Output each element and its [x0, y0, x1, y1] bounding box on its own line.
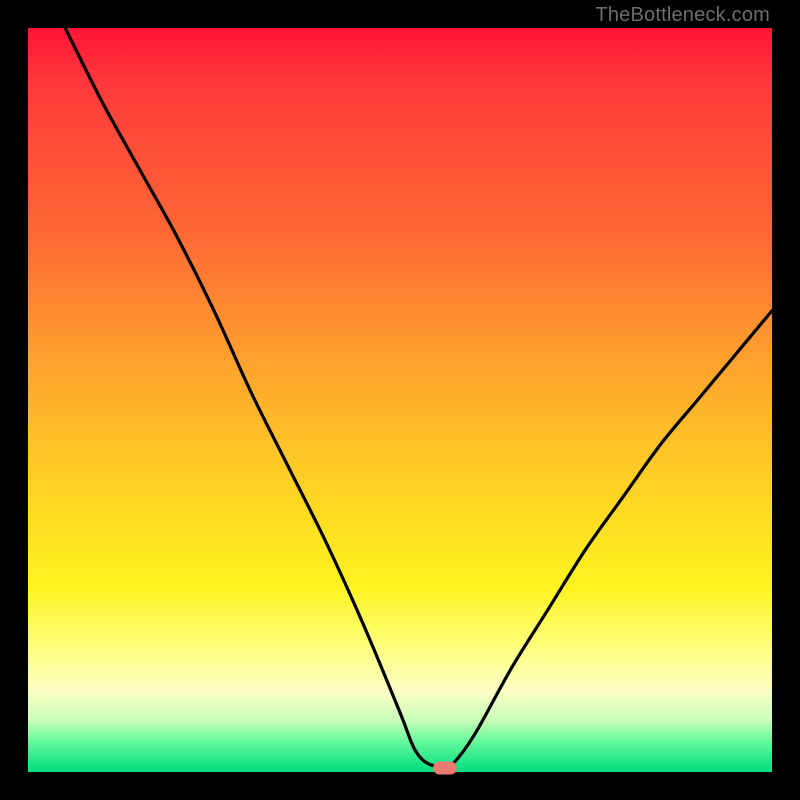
attribution-text: TheBottleneck.com: [595, 4, 770, 27]
optimal-point-marker: [433, 762, 457, 775]
plot-area: [28, 28, 772, 772]
bottleneck-curve: [28, 28, 772, 772]
chart-frame: TheBottleneck.com: [0, 0, 800, 800]
